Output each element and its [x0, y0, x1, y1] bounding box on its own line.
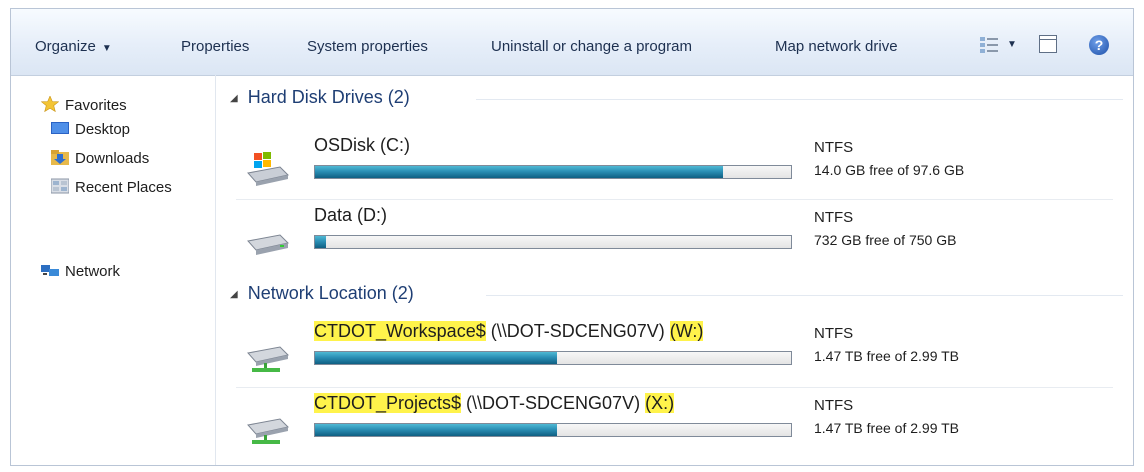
- capacity-bar: [314, 165, 792, 179]
- downloads-icon: [51, 150, 69, 166]
- capacity-bar-fill: [315, 424, 557, 436]
- help-icon[interactable]: ?: [1089, 35, 1109, 55]
- group-divider: [486, 295, 1123, 296]
- nav-item-network[interactable]: Network: [41, 261, 120, 283]
- drive-name: OSDisk (C:): [314, 135, 410, 155]
- chevron-down-icon: ▼: [101, 43, 112, 54]
- drive-letter: (W:): [669, 321, 704, 341]
- nav-item-recent-places[interactable]: Recent Places: [51, 177, 172, 199]
- group-count: (2): [387, 87, 410, 107]
- uninstall-program-button[interactable]: Uninstall or change a program: [491, 38, 692, 55]
- server-path: (\\DOT-SDCENG07V): [485, 321, 670, 341]
- group-header-network-location[interactable]: ◢ Network Location (2): [216, 283, 1123, 307]
- capacity-bar-fill: [315, 166, 723, 178]
- row-divider: [236, 199, 1113, 200]
- capacity-bar-fill: [315, 352, 557, 364]
- group-label: Hard Disk Drives: [247, 87, 383, 107]
- nav-label: Desktop: [75, 121, 131, 138]
- group-header-hard-disk-drives[interactable]: ◢ Hard Disk Drives (2): [216, 87, 1123, 111]
- hard-drive-icon: [247, 234, 290, 255]
- filesystem-label: NTFS: [814, 325, 854, 342]
- explorer-window: Organize ▼ Properties System properties U…: [10, 8, 1134, 466]
- favorites-star-icon: [41, 96, 59, 113]
- collapse-triangle-icon: ◢: [230, 289, 238, 300]
- organize-button[interactable]: Organize ▼: [35, 38, 112, 55]
- network-icon: [41, 265, 59, 277]
- windows-drive-icon: [247, 152, 290, 186]
- free-space-label: 14.0 GB free of 97.6 GB: [814, 162, 965, 178]
- free-space-label: 1.47 TB free of 2.99 TB: [814, 348, 960, 364]
- nav-item-downloads[interactable]: Downloads: [51, 148, 149, 170]
- preview-pane-icon[interactable]: [1039, 35, 1057, 53]
- drive-name: CTDOT_Workspace$ (\\DOT-SDCENG07V) (W:): [314, 321, 704, 342]
- nav-label: Favorites: [65, 97, 127, 114]
- views-dropdown-icon[interactable]: ▼: [1007, 39, 1017, 50]
- nav-label: Recent Places: [75, 179, 172, 196]
- drive-item-d[interactable]: Data (D:) NTFS 732 GB free of 750 GB: [236, 203, 1123, 269]
- row-divider: [236, 387, 1113, 388]
- organize-label: Organize: [35, 38, 96, 55]
- group-divider: [476, 99, 1123, 100]
- nav-label: Downloads: [75, 150, 150, 167]
- drive-item-x[interactable]: CTDOT_Projects$ (\\DOT-SDCENG07V) (X:) N…: [236, 391, 1123, 457]
- drive-name: Data (D:): [314, 205, 388, 225]
- properties-button[interactable]: Properties: [181, 38, 249, 55]
- capacity-bar: [314, 235, 792, 249]
- navigation-pane: Favorites Desktop Downloads Recent Place…: [11, 75, 216, 465]
- collapse-triangle-icon: ◢: [230, 93, 238, 104]
- filesystem-label: NTFS: [814, 139, 854, 156]
- filesystem-label: NTFS: [814, 209, 854, 226]
- group-count: (2): [391, 283, 414, 303]
- drive-letter: (X:): [645, 393, 675, 413]
- capacity-bar: [314, 351, 792, 365]
- nav-item-desktop[interactable]: Desktop: [51, 119, 130, 141]
- recent-places-icon: [51, 178, 69, 194]
- filesystem-label: NTFS: [814, 397, 854, 414]
- free-space-label: 1.47 TB free of 2.99 TB: [814, 420, 960, 436]
- nav-label: Network: [65, 263, 121, 280]
- server-path: (\\DOT-SDCENG07V): [461, 393, 646, 413]
- desktop-icon: [51, 122, 69, 135]
- drive-item-c[interactable]: OSDisk (C:) NTFS 14.0 GB free of 97.6 GB: [236, 133, 1123, 199]
- network-drive-icon: [247, 346, 290, 372]
- share-name: CTDOT_Workspace$: [314, 321, 486, 341]
- free-space-label: 732 GB free of 750 GB: [814, 232, 957, 248]
- content-pane: ◢ Hard Disk Drives (2) OSDisk (C:) NTFS 1…: [216, 75, 1133, 465]
- drive-item-w[interactable]: CTDOT_Workspace$ (\\DOT-SDCENG07V) (W:) …: [236, 319, 1123, 385]
- system-properties-button[interactable]: System properties: [307, 38, 428, 55]
- group-label: Network Location: [247, 283, 387, 303]
- capacity-bar: [314, 423, 792, 437]
- nav-item-favorites[interactable]: Favorites: [41, 95, 127, 117]
- command-bar: Organize ▼ Properties System properties U…: [11, 9, 1133, 76]
- share-name: CTDOT_Projects$: [314, 393, 462, 413]
- views-icon[interactable]: [979, 36, 999, 54]
- map-network-drive-button[interactable]: Map network drive: [775, 38, 898, 55]
- drive-name: CTDOT_Projects$ (\\DOT-SDCENG07V) (X:): [314, 393, 675, 414]
- network-drive-icon: [247, 418, 290, 444]
- capacity-bar-fill: [315, 236, 327, 248]
